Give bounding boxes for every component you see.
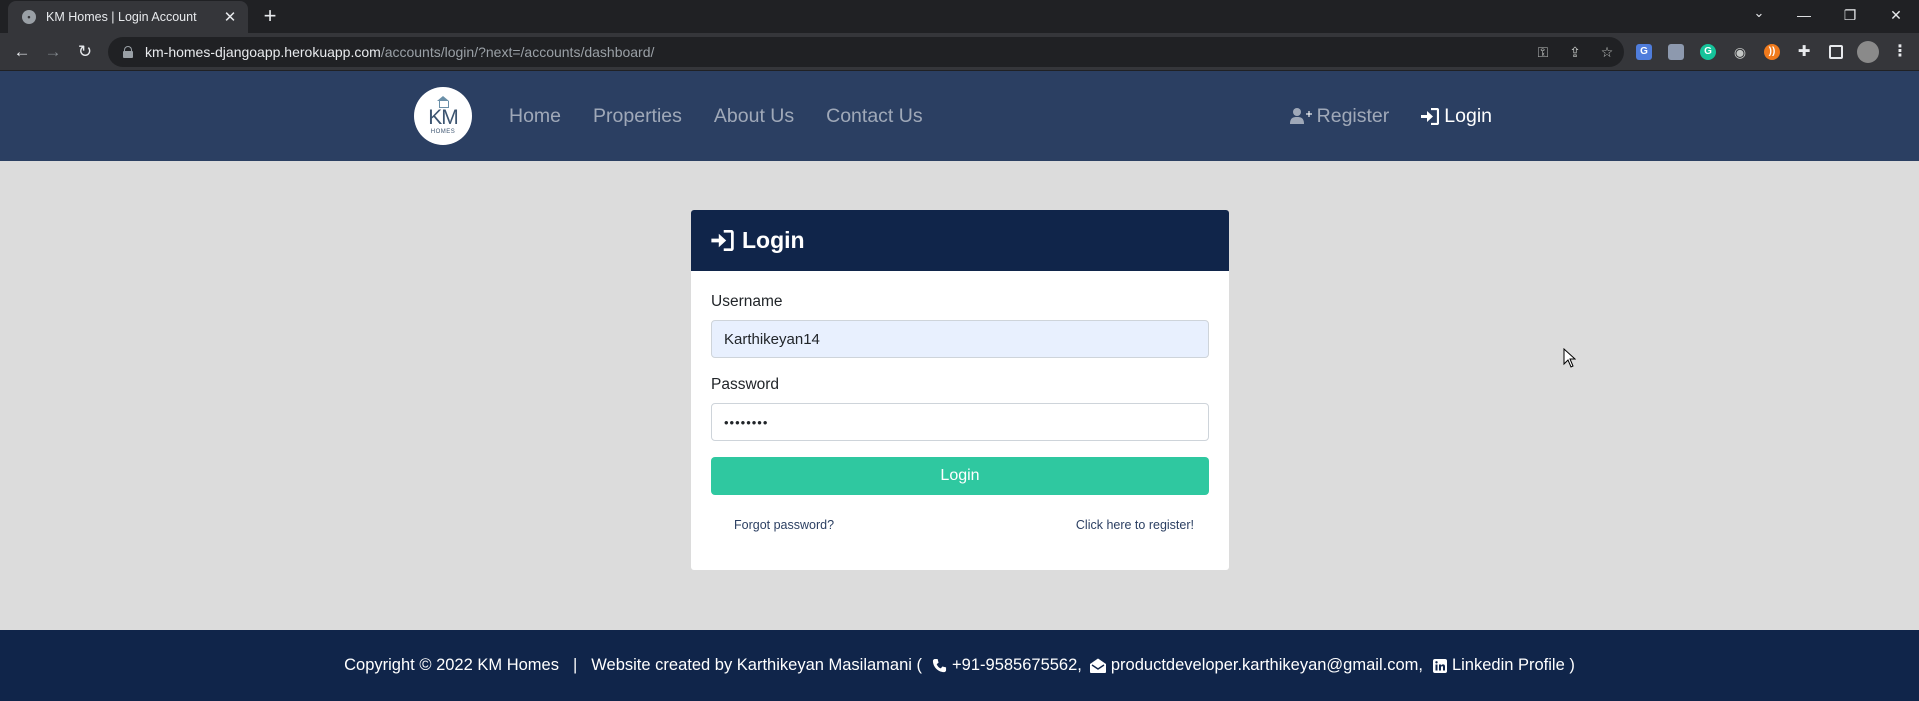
- translate-extension-icon[interactable]: G: [1632, 40, 1656, 64]
- web-page: KM HOMES Home Properties About Us Contac…: [0, 71, 1919, 701]
- key-icon[interactable]: ⚿: [1534, 44, 1552, 61]
- restore-icon[interactable]: ❐: [1827, 7, 1873, 24]
- nav-link-properties[interactable]: Properties: [593, 105, 682, 128]
- footer-created-by: Website created by Karthikeyan Masilaman…: [591, 656, 923, 674]
- house-icon: [437, 96, 449, 108]
- nav-login-link[interactable]: Login: [1421, 105, 1492, 128]
- nav-link-contact[interactable]: Contact Us: [826, 105, 922, 128]
- minimize-icon[interactable]: —: [1781, 7, 1827, 23]
- login-card-links: Forgot password? Click here to register!: [711, 518, 1209, 532]
- footer-separator: |: [572, 656, 578, 674]
- favicon-icon: •: [22, 10, 36, 24]
- tab-title: KM Homes | Login Account: [46, 10, 197, 24]
- login-form: Username Karthikeyan14 Password ••••••••…: [691, 271, 1229, 532]
- side-panel-icon[interactable]: [1824, 40, 1848, 64]
- login-submit-button[interactable]: Login: [711, 457, 1209, 495]
- footer-email[interactable]: productdeveloper.karthikeyan@gmail.com,: [1089, 656, 1423, 675]
- login-card-header: Login: [691, 210, 1229, 271]
- lock-icon: [122, 46, 134, 58]
- share-icon[interactable]: ⇪: [1566, 44, 1584, 61]
- linkedin-icon: [1432, 658, 1447, 673]
- footer-phone[interactable]: +91-9585675562,: [932, 656, 1082, 675]
- sign-in-icon: [711, 230, 734, 251]
- username-value: Karthikeyan14: [724, 330, 820, 348]
- back-icon[interactable]: ←: [10, 40, 34, 64]
- user-plus-icon: [1289, 108, 1312, 124]
- nav-register-link[interactable]: Register: [1289, 104, 1390, 128]
- login-card-title: Login: [742, 227, 805, 253]
- bookmark-star-icon[interactable]: ☆: [1598, 44, 1616, 61]
- close-window-icon[interactable]: ✕: [1873, 7, 1919, 24]
- password-label: Password: [711, 376, 780, 393]
- site-navbar: KM HOMES Home Properties About Us Contac…: [0, 71, 1919, 161]
- brand-km-text: KM: [428, 106, 458, 129]
- url-text: km-homes-djangoapp.herokuapp.com/account…: [145, 44, 655, 60]
- window-controls: — ❐ ✕: [1781, 0, 1919, 30]
- phone-icon: [932, 658, 947, 673]
- mouse-cursor-icon: [1563, 348, 1576, 368]
- brand-logo[interactable]: KM HOMES: [414, 87, 472, 145]
- brand-homes-text: HOMES: [430, 129, 456, 135]
- extensions-area: G G ◉ )) ✚ ⋮: [1632, 33, 1912, 71]
- extension-icon[interactable]: [1664, 40, 1688, 64]
- nav-links: Home Properties About Us Contact Us: [509, 71, 955, 161]
- browser-tab[interactable]: • KM Homes | Login Account ✕: [8, 1, 248, 33]
- register-link[interactable]: Click here to register!: [1076, 518, 1194, 532]
- password-input[interactable]: ••••••••: [711, 403, 1209, 441]
- new-tab-button[interactable]: +: [256, 5, 284, 29]
- envelope-open-icon: [1089, 658, 1106, 673]
- password-value: ••••••••: [724, 414, 769, 430]
- footer-linkedin[interactable]: Linkedin Profile ): [1432, 656, 1575, 675]
- nav-auth-links: Register Login: [1289, 71, 1492, 161]
- grammarly-extension-icon[interactable]: G: [1696, 40, 1720, 64]
- rss-extension-icon[interactable]: )): [1760, 40, 1784, 64]
- sign-in-icon: [1421, 107, 1440, 125]
- close-tab-icon[interactable]: ✕: [222, 8, 238, 26]
- login-card: Login Username Karthikeyan14 Password ••…: [691, 210, 1229, 570]
- register-label: Register: [1316, 104, 1390, 127]
- forgot-password-link[interactable]: Forgot password?: [734, 518, 834, 532]
- forward-icon[interactable]: →: [41, 40, 65, 64]
- footer-copyright: Copyright © 2022 KM Homes: [344, 656, 559, 674]
- reload-icon[interactable]: ↻: [73, 40, 97, 64]
- puzzle-extensions-icon[interactable]: ✚: [1792, 40, 1816, 64]
- browser-tab-bar: • KM Homes | Login Account ✕ + ⌄ — ❐ ✕: [0, 0, 1919, 33]
- username-label: Username: [711, 293, 783, 310]
- profile-avatar[interactable]: [1856, 40, 1880, 64]
- browser-toolbar: ← → ↻ km-homes-djangoapp.herokuapp.com/a…: [0, 33, 1919, 71]
- login-label: Login: [1444, 104, 1492, 127]
- username-input[interactable]: Karthikeyan14: [711, 320, 1209, 358]
- nav-link-about[interactable]: About Us: [714, 105, 794, 128]
- tab-search-icon[interactable]: ⌄: [1744, 5, 1774, 21]
- more-menu-icon[interactable]: ⋮: [1888, 40, 1912, 64]
- site-footer: Copyright © 2022 KM Homes | Website crea…: [0, 630, 1919, 701]
- camera-extension-icon[interactable]: ◉: [1728, 40, 1752, 64]
- nav-link-home[interactable]: Home: [509, 105, 561, 128]
- address-bar[interactable]: km-homes-djangoapp.herokuapp.com/account…: [108, 37, 1624, 67]
